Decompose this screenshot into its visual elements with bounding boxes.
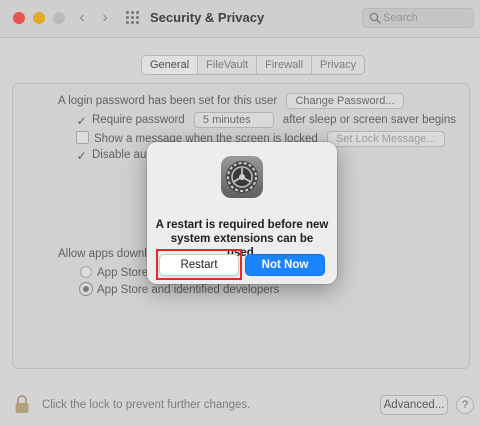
not-now-button[interactable]: Not Now <box>245 254 325 276</box>
restart-highlight-box <box>156 249 242 280</box>
system-preferences-gear-icon <box>221 156 263 198</box>
security-privacy-window: ‹ › Security & Privacy General FileVault… <box>0 0 480 426</box>
